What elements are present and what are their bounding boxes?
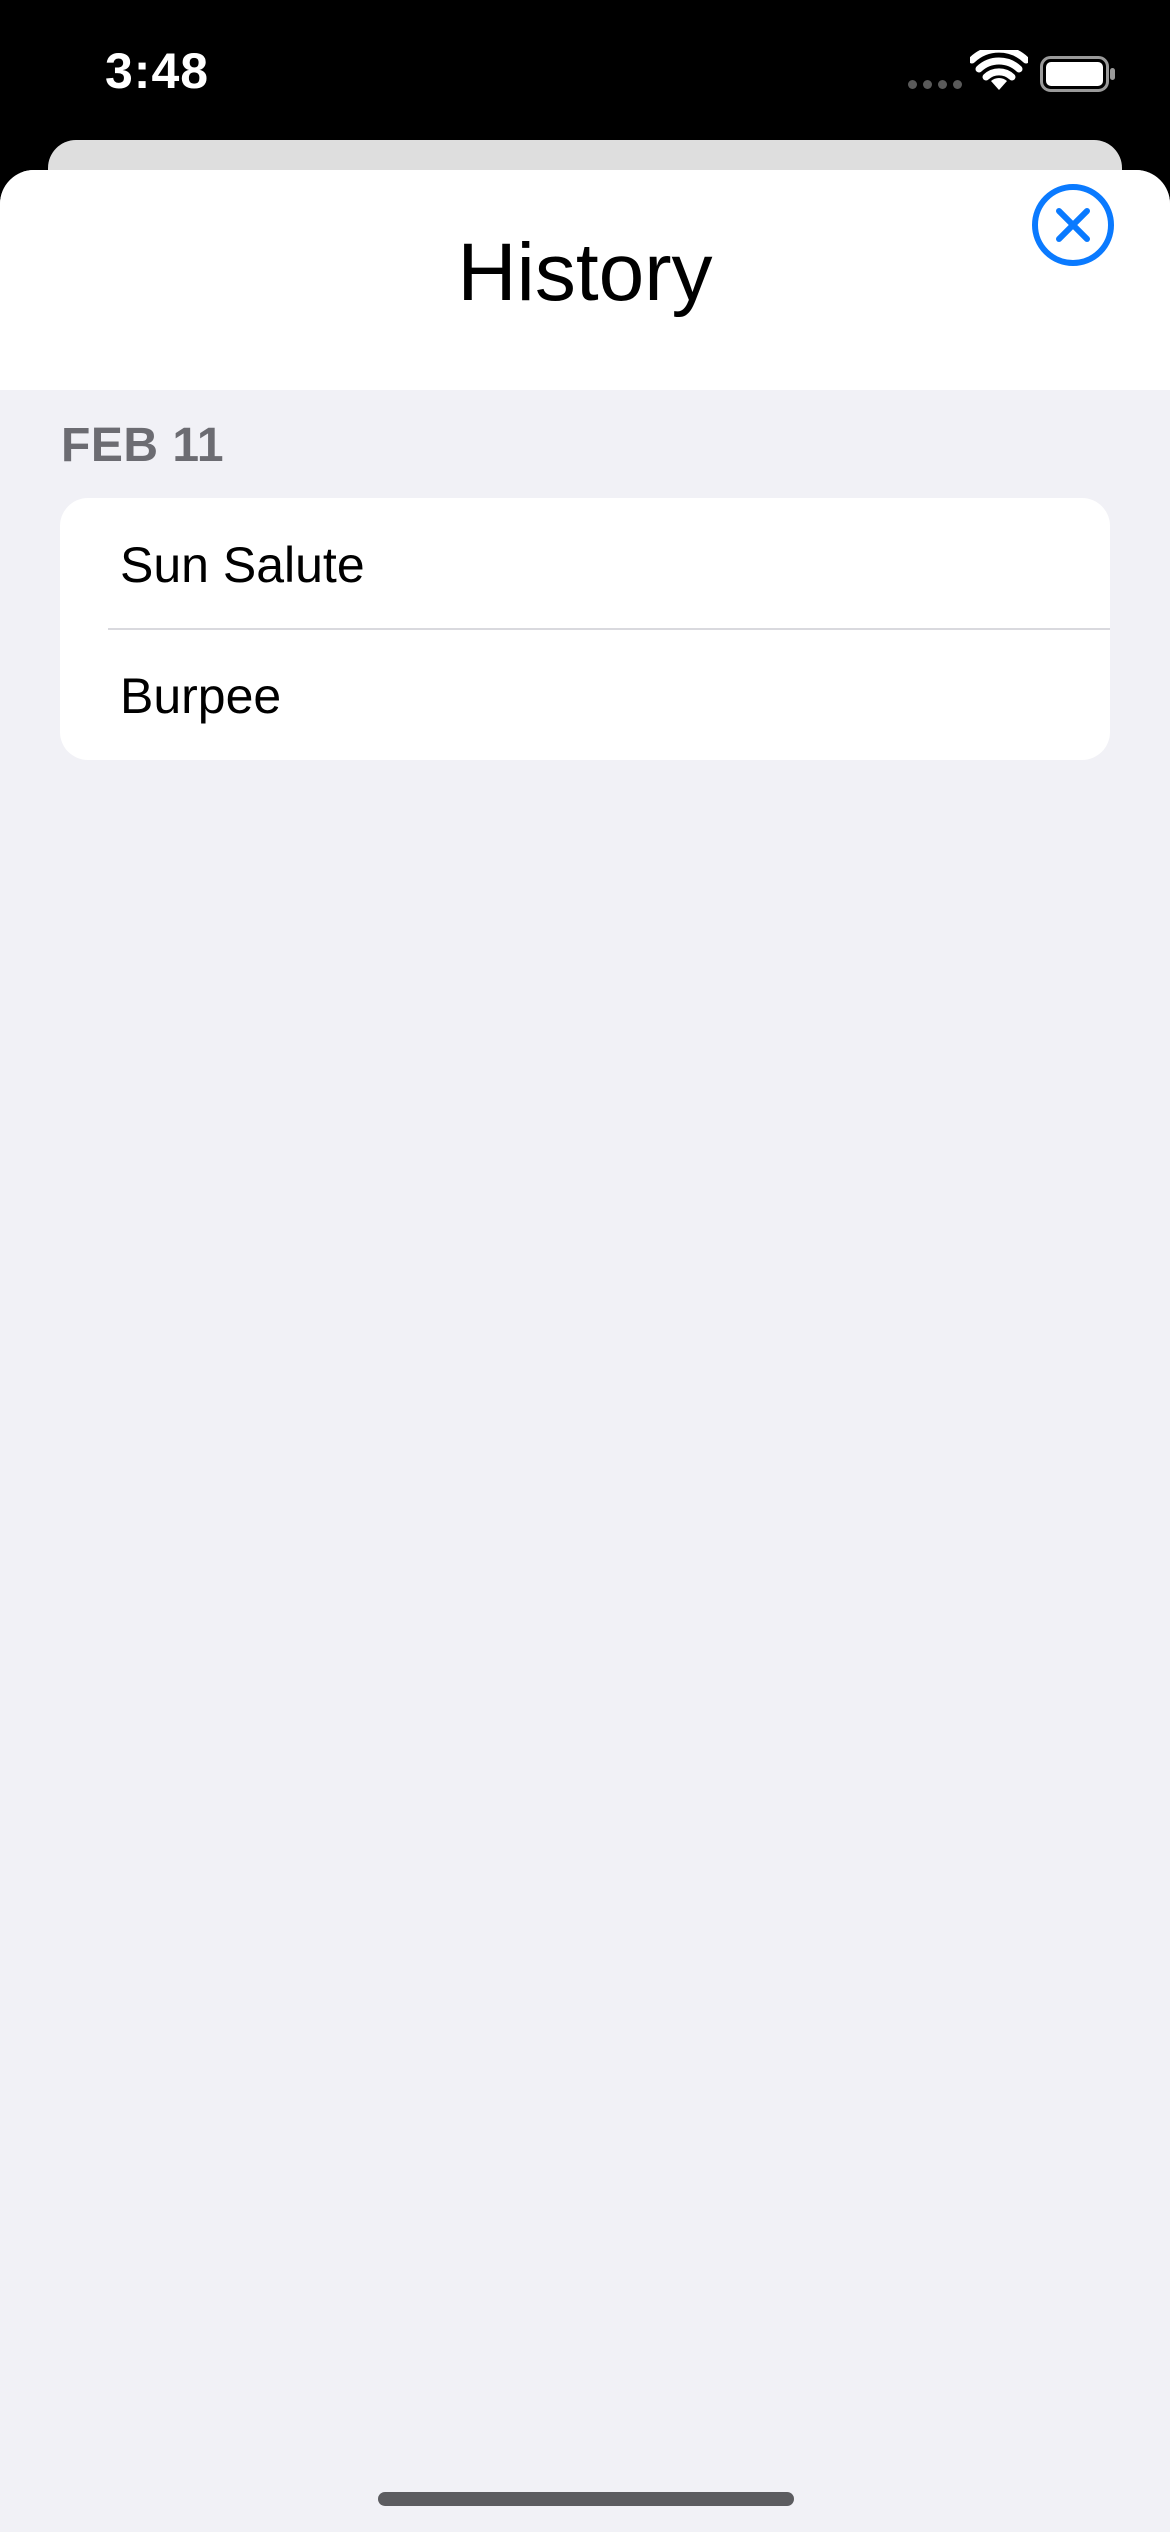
section-header: FEB 11 [61, 419, 225, 472]
sheet-header: History [0, 170, 1170, 390]
history-sheet: History FEB 11 Sun Salute Burpee [0, 170, 1170, 2532]
close-button[interactable] [1030, 182, 1116, 268]
page-title: History [457, 227, 713, 318]
list-item-label: Sun Salute [120, 537, 365, 593]
cellular-signal-icon [908, 80, 962, 89]
list-item[interactable]: Burpee [60, 629, 1110, 760]
status-bar: 3:48 [0, 0, 1170, 140]
history-list: Sun Salute Burpee [60, 498, 1110, 760]
list-item[interactable]: Sun Salute [60, 498, 1110, 630]
battery-icon [1040, 56, 1115, 92]
wifi-icon [970, 50, 1028, 90]
status-time: 3:48 [105, 43, 210, 99]
xmark-circle-icon [1032, 184, 1114, 266]
list-item-label: Burpee [120, 668, 282, 724]
home-indicator[interactable] [378, 2492, 794, 2506]
